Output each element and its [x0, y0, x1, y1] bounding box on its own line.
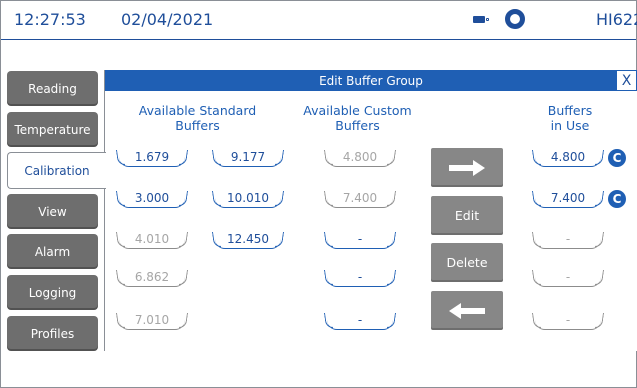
tab-reading[interactable]: Reading	[7, 71, 98, 106]
standard-heading-line1: Available Standard	[138, 103, 257, 118]
standard-buffers-heading: Available Standard Buffers	[125, 103, 270, 133]
calibrated-badge: C	[608, 190, 626, 208]
tab-alarm[interactable]: Alarm	[7, 234, 98, 269]
delete-button[interactable]: Delete	[431, 243, 503, 282]
tab-calibration[interactable]: Calibration	[7, 152, 106, 189]
custom-buffer-4-800[interactable]: 4.800	[327, 150, 393, 167]
custom-heading-line1: Available Custom	[303, 103, 412, 118]
in-use-buffer-4-800[interactable]: 4.800	[535, 150, 601, 167]
custom-buffer-empty-5[interactable]: -	[327, 313, 393, 330]
clock-date: 02/04/2021	[121, 10, 214, 29]
tab-profiles[interactable]: Profiles	[7, 316, 98, 351]
standard-buffer-6-862[interactable]: 6.862	[119, 270, 185, 287]
screen-frame: 12:27:53 02/04/2021 HI6221 Reading Tempe…	[0, 0, 637, 388]
battery-icon	[473, 16, 489, 23]
custom-buffer-empty-4[interactable]: -	[327, 270, 393, 287]
custom-heading-line2: Buffers	[335, 118, 380, 133]
in-use-buffers-heading: Buffers in Use	[525, 103, 615, 133]
edit-button[interactable]: Edit	[431, 196, 503, 235]
tab-logging[interactable]: Logging	[7, 275, 98, 310]
in-use-heading-line1: Buffers	[547, 103, 593, 118]
in-use-buffer-empty-3[interactable]: -	[535, 232, 601, 249]
edit-buffer-group-panel: Edit Buffer Group X Available Standard B…	[104, 70, 637, 351]
standard-buffer-1-679[interactable]: 1.679	[119, 150, 185, 167]
tab-view[interactable]: View	[7, 194, 98, 229]
status-bar: 12:27:53 02/04/2021 HI6221	[1, 1, 637, 40]
remove-buffer-button[interactable]	[431, 291, 503, 330]
in-use-buffer-7-400[interactable]: 7.400	[535, 191, 601, 208]
dialog-title: Edit Buffer Group	[105, 70, 637, 91]
tab-temperature[interactable]: Temperature	[7, 112, 98, 147]
calibrated-badge: C	[608, 149, 626, 167]
standard-buffer-9-177[interactable]: 9.177	[215, 150, 281, 167]
standard-buffer-4-010[interactable]: 4.010	[119, 232, 185, 249]
custom-buffer-empty-3[interactable]: -	[327, 232, 393, 249]
in-use-buffer-empty-4[interactable]: -	[535, 270, 601, 287]
custom-buffers-heading: Available Custom Buffers	[290, 103, 425, 133]
standard-buffer-10-010[interactable]: 10.010	[215, 191, 281, 208]
record-indicator-icon	[505, 9, 525, 29]
standard-buffer-3-000[interactable]: 3.000	[119, 191, 185, 208]
standard-buffer-7-010[interactable]: 7.010	[119, 313, 185, 330]
arrow-left-icon	[449, 302, 485, 319]
clock-time: 12:27:53	[14, 10, 86, 29]
custom-buffer-7-400[interactable]: 7.400	[327, 191, 393, 208]
in-use-heading-line2: in Use	[550, 118, 590, 133]
close-button[interactable]: X	[616, 70, 637, 91]
model-label: HI6221	[596, 10, 637, 29]
arrow-right-icon	[449, 159, 485, 176]
in-use-buffer-empty-5[interactable]: -	[535, 313, 601, 330]
standard-buffer-12-450[interactable]: 12.450	[215, 232, 281, 249]
standard-heading-line2: Buffers	[175, 118, 220, 133]
add-buffer-button[interactable]	[431, 148, 503, 187]
